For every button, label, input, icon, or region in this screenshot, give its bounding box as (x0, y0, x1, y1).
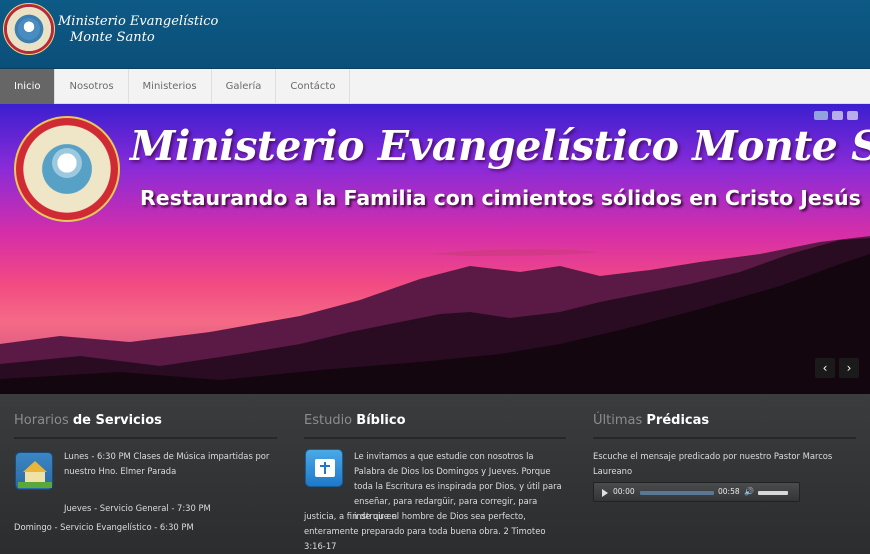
ministry-seal-icon (14, 116, 120, 222)
nav-item-galeria[interactable]: Galería (212, 69, 277, 104)
slider-pagination (814, 111, 858, 120)
sermons-title-light: Últimas (593, 413, 643, 428)
nav-item-contacto[interactable]: Contácto (276, 69, 351, 104)
bible-icon (305, 449, 343, 487)
volume-icon[interactable]: 🔊 (744, 487, 754, 496)
bible-study-title-light: Estudio (304, 413, 353, 428)
bible-study-text-rest: justicia, a fin de que el hombre de Dios… (304, 511, 546, 551)
main-nav: Inicio Nosotros Ministerios Galería Cont… (0, 69, 870, 104)
slider-dot[interactable] (814, 111, 828, 120)
player-current-time: 00:00 (613, 487, 635, 496)
bible-study-title: Estudio Bíblico (304, 412, 566, 439)
player-progress-bar[interactable] (640, 491, 714, 495)
logo-line-1: Ministerio Evangelístico (58, 14, 219, 29)
sermons-title: Últimas Prédicas (593, 412, 856, 439)
nav-item-nosotros[interactable]: Nosotros (55, 69, 129, 104)
logo-line-2: Monte Santo (70, 30, 155, 45)
slider-dot[interactable] (847, 111, 858, 120)
nav-item-inicio[interactable]: Inicio (0, 69, 56, 104)
play-icon[interactable] (602, 489, 608, 497)
logo-seal-icon[interactable] (3, 3, 55, 55)
slider-next-button[interactable]: › (839, 358, 859, 378)
bible-study-title-strong: Bíblico (356, 413, 406, 428)
sermons-title-strong: Prédicas (646, 413, 710, 428)
sermons-text: Escuche el mensaje predicado por nuestro… (593, 451, 833, 476)
schedule-line-2: Jueves - Servicio General - 7:30 PM (64, 503, 211, 513)
bible-study-column: Estudio Bíblico Le invitamos a que estud… (304, 412, 566, 551)
hero-title: Ministerio Evangelístico Monte Santo (130, 122, 870, 170)
schedule-column: Horarios de Servicios Lunes - 6:30 PM Cl… (14, 412, 277, 532)
schedule-line-3: Domingo - Servicio Evangelístico - 6:30 … (14, 522, 194, 532)
audio-player: 00:00 00:58 🔊 (593, 482, 800, 502)
schedule-title: Horarios de Servicios (14, 412, 277, 439)
nav-item-ministerios[interactable]: Ministerios (129, 69, 212, 104)
schedule-line-1: Lunes - 6:30 PM Clases de Música imparti… (64, 451, 270, 476)
hero-subtitle: Restaurando a la Familia con cimientos s… (140, 186, 861, 210)
info-section: Horarios de Servicios Lunes - 6:30 PM Cl… (0, 394, 870, 551)
volume-slider[interactable] (758, 491, 788, 495)
hero-slider: Ministerio Evangelístico Monte Santo Res… (0, 104, 870, 394)
schedule-title-strong: de Servicios (72, 413, 162, 428)
player-duration: 00:58 (718, 487, 740, 496)
site-logo-text[interactable]: Ministerio Evangelístico Monte Santo (58, 14, 218, 46)
slider-prev-button[interactable]: ‹ (815, 358, 835, 378)
sermons-column: Últimas Prédicas Escuche el mensaje pred… (593, 412, 856, 502)
slider-dot[interactable] (832, 111, 843, 120)
schedule-title-light: Horarios (14, 413, 69, 428)
site-header: Ministerio Evangelístico Monte Santo (0, 0, 870, 69)
church-icon (15, 452, 53, 490)
